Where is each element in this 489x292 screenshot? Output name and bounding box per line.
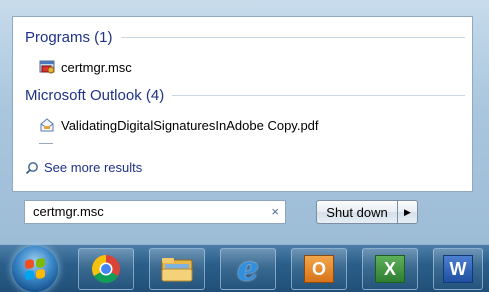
group-divider: [172, 95, 465, 96]
outlook-icon: O: [304, 255, 334, 283]
search-icon: [25, 161, 38, 174]
chrome-icon: [92, 255, 120, 283]
see-more-results-label: See more results: [44, 160, 143, 175]
taskbar: e O X W: [0, 244, 489, 292]
group-header-outlook[interactable]: Microsoft Outlook (4): [25, 87, 465, 104]
group-divider: [120, 37, 465, 38]
shutdown-control: Shut down ▶: [316, 200, 418, 224]
excel-icon: X: [375, 255, 405, 283]
shutdown-button[interactable]: Shut down: [316, 200, 398, 224]
group-header-programs-label: Programs (1): [25, 29, 113, 46]
result-item-certmgr[interactable]: certmgr.msc: [39, 59, 132, 75]
search-input-value: certmgr.msc: [33, 204, 104, 219]
taskbar-button-outlook[interactable]: O: [291, 248, 347, 290]
certmgr-icon: [39, 60, 55, 74]
result-item-label: ValidatingDigitalSignaturesInAdobe Copy.…: [61, 117, 319, 133]
windows-logo-icon: [25, 257, 45, 281]
taskbar-button-word[interactable]: W: [433, 248, 483, 290]
excel-icon-letter: X: [383, 258, 396, 279]
folder-icon: [161, 258, 193, 282]
result-item-label: certmgr.msc: [61, 59, 132, 75]
start-button[interactable]: [12, 246, 58, 292]
clear-search-icon[interactable]: ×: [271, 201, 279, 223]
start-menu: Programs (1) certmgr.msc Microsoft Outlo…: [0, 0, 489, 244]
word-icon-letter: W: [449, 258, 467, 279]
group-header-programs[interactable]: Programs (1): [25, 29, 465, 46]
internet-explorer-icon: e: [237, 249, 259, 289]
taskbar-button-excel[interactable]: X: [362, 248, 418, 290]
taskbar-button-windows-explorer[interactable]: [149, 248, 205, 290]
word-icon: W: [443, 255, 473, 283]
search-results-panel: Programs (1) certmgr.msc Microsoft Outlo…: [12, 16, 473, 192]
start-search-input[interactable]: certmgr.msc ×: [24, 200, 286, 224]
truncated-item-edge: [39, 143, 53, 147]
outlook-icon-letter: O: [311, 258, 326, 279]
result-item-pdf[interactable]: ValidatingDigitalSignaturesInAdobe Copy.…: [39, 117, 319, 133]
see-more-results-link[interactable]: See more results: [25, 160, 142, 175]
pdf-attachment-icon: [40, 118, 54, 132]
shutdown-options-arrow-icon[interactable]: ▶: [398, 200, 418, 224]
taskbar-button-chrome[interactable]: [78, 248, 134, 290]
taskbar-button-internet-explorer[interactable]: e: [220, 248, 276, 290]
group-header-outlook-label: Microsoft Outlook (4): [25, 87, 165, 104]
